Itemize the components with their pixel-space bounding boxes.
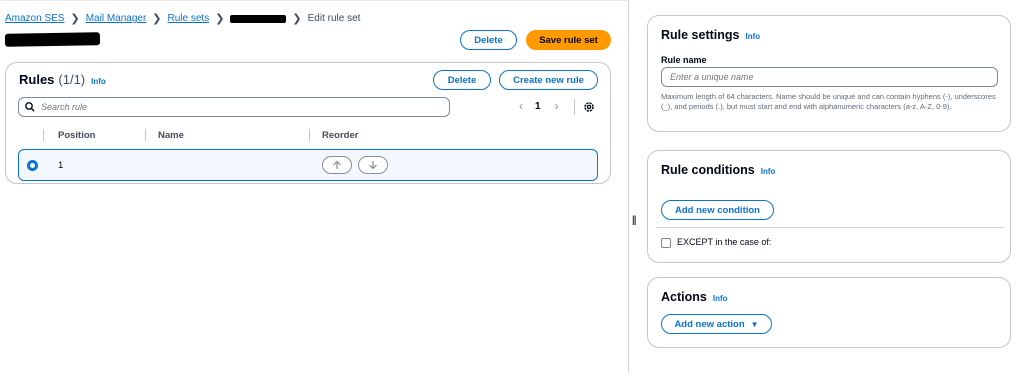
except-checkbox[interactable] [661, 238, 671, 248]
actions-info-link[interactable]: Info [713, 294, 728, 303]
breadcrumb-current: Edit rule set [307, 13, 361, 24]
arrow-down-icon [369, 161, 377, 170]
add-new-condition-button[interactable]: Add new condition [661, 200, 774, 220]
rule-conditions-info-link[interactable]: Info [761, 167, 776, 176]
pagination-divider [574, 99, 575, 115]
rule-settings-title: Rule settings [661, 28, 740, 42]
chevron-right-icon: ❯ [152, 13, 162, 25]
actions-heading: Actions Info [661, 290, 728, 304]
row-select-radio[interactable] [27, 160, 38, 171]
delete-rule-button[interactable]: Delete [433, 70, 491, 90]
column-header-reorder: Reorder [322, 130, 359, 141]
column-divider [309, 129, 310, 141]
rules-heading: Rules (1/1) Info [19, 72, 106, 87]
rule-conditions-title: Rule conditions [661, 163, 755, 177]
page-title-redacted [4, 32, 101, 47]
rules-info-link[interactable]: Info [91, 77, 106, 86]
actions-title: Actions [661, 290, 707, 304]
chevron-right-icon: ❯ [215, 13, 225, 25]
breadcrumb: Amazon SES ❯ Mail Manager ❯ Rule sets ❯ … [5, 12, 360, 25]
split-panel-border [628, 0, 629, 373]
rules-count: (1/1) [58, 72, 86, 87]
search-icon [25, 102, 35, 112]
top-divider [0, 0, 628, 1]
delete-rule-set-button[interactable]: Delete [460, 30, 517, 50]
table-row[interactable]: 1 [18, 149, 598, 181]
move-down-button[interactable] [358, 156, 388, 174]
move-up-button[interactable] [322, 156, 352, 174]
breadcrumb-redacted[interactable] [230, 14, 287, 23]
chevron-right-icon: ❯ [70, 13, 80, 25]
rule-name-label: Rule name [661, 55, 707, 65]
breadcrumb-mail-manager[interactable]: Mail Manager [86, 13, 147, 24]
chevron-right-icon: ❯ [292, 13, 302, 25]
next-page-icon[interactable]: › [555, 99, 559, 113]
search-rule-input[interactable] [41, 102, 421, 112]
rule-name-input[interactable] [661, 67, 998, 87]
column-header-position[interactable]: Position [58, 130, 95, 141]
actions-card: Actions Info Add new action ▼ [647, 277, 1011, 348]
column-divider [43, 129, 44, 141]
rules-container: Rules (1/1) Info Delete Create new rule … [5, 62, 611, 184]
search-rule-box [18, 97, 450, 117]
current-page-number[interactable]: 1 [535, 101, 541, 112]
pagination: ‹ 1 › [519, 99, 559, 113]
add-new-action-label: Add new action [674, 318, 745, 330]
rule-settings-info-link[interactable]: Info [746, 32, 761, 41]
column-header-name[interactable]: Name [158, 130, 184, 141]
settings-gear-icon[interactable] [583, 101, 595, 113]
rule-conditions-card: Rule conditions Info Add new condition E… [647, 150, 1011, 263]
caret-down-icon: ▼ [750, 319, 759, 329]
rule-settings-card: Rule settings Info Rule name Maximum len… [647, 15, 1011, 132]
rules-title: Rules [19, 72, 55, 87]
row-position: 1 [58, 160, 64, 171]
create-new-rule-button[interactable]: Create new rule [499, 70, 598, 90]
conditions-divider [656, 227, 1004, 228]
arrow-up-icon [333, 160, 341, 169]
breadcrumb-amazon-ses[interactable]: Amazon SES [5, 13, 64, 24]
rule-conditions-heading: Rule conditions Info [661, 163, 775, 177]
rule-name-hint: Maximum length of 64 characters. Name sh… [661, 92, 996, 111]
save-rule-set-button[interactable]: Save rule set [526, 30, 611, 50]
resize-handle-icon[interactable]: || [632, 215, 637, 226]
except-label: EXCEPT in the case of: [677, 237, 772, 247]
column-divider [145, 129, 146, 141]
breadcrumb-rule-sets[interactable]: Rule sets [168, 13, 210, 24]
add-new-action-button[interactable]: Add new action ▼ [661, 314, 772, 334]
previous-page-icon[interactable]: ‹ [519, 99, 523, 113]
rule-settings-heading: Rule settings Info [661, 28, 760, 42]
